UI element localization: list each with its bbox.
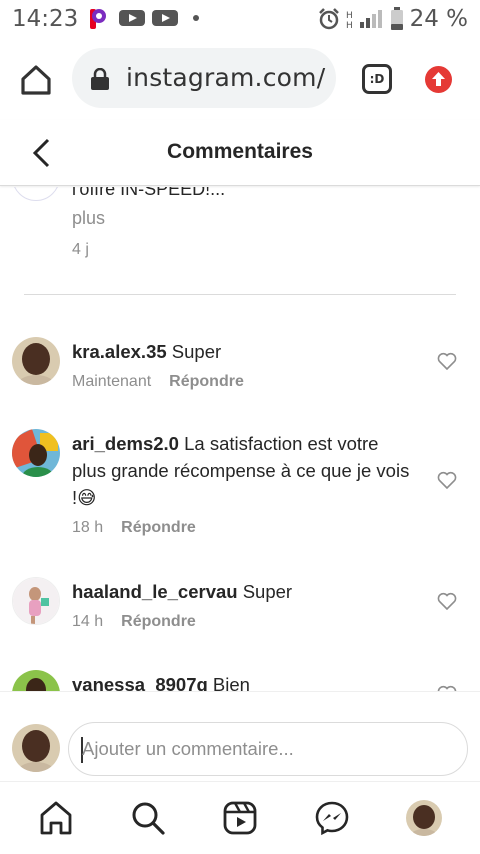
comment-text: Super	[171, 341, 222, 362]
alarm-icon	[318, 8, 339, 30]
home-icon[interactable]	[18, 62, 54, 98]
divider	[24, 294, 456, 295]
battery-icon	[390, 7, 403, 30]
heart-icon[interactable]	[437, 592, 457, 610]
comment-placeholder: Ajouter un commentaire...	[82, 738, 294, 759]
comment-username[interactable]: kra.alex.35	[72, 341, 167, 362]
lock-icon	[91, 68, 109, 90]
search-icon[interactable]	[130, 800, 166, 836]
status-right: H H 24 %	[318, 6, 468, 32]
youtube-icon	[152, 10, 178, 26]
dot-icon	[193, 15, 199, 21]
youtube-icon	[119, 10, 145, 26]
page-header: Commentaires	[0, 120, 480, 186]
comment-text: Super	[242, 581, 293, 602]
svg-text:H: H	[346, 11, 353, 21]
status-time: 14:23	[12, 6, 79, 32]
avatar[interactable]	[12, 337, 60, 385]
caption-more-link[interactable]: plus	[72, 208, 105, 229]
bottom-nav	[0, 781, 480, 854]
avatar	[12, 724, 60, 772]
caption-time: 4 j	[72, 241, 89, 258]
profile-avatar[interactable]	[406, 800, 442, 836]
address-bar[interactable]: instagram.com/	[72, 48, 336, 108]
reply-button[interactable]: Répondre	[121, 519, 196, 537]
heart-icon[interactable]	[437, 471, 457, 489]
add-comment-bar: Ajouter un commentaire...	[0, 691, 480, 781]
avatar[interactable]	[12, 429, 60, 477]
messenger-icon[interactable]	[314, 800, 350, 836]
browser-bar: instagram.com/ :D	[0, 38, 480, 120]
comment-input[interactable]: Ajouter un commentaire...	[68, 722, 468, 776]
svg-text:H: H	[346, 21, 353, 30]
comment-username[interactable]: haaland_le_cervau	[72, 581, 238, 602]
status-bar: 14:23 H H 24 %	[0, 0, 480, 38]
comment-username[interactable]: ari_dems2.0	[72, 433, 179, 454]
page-title: Commentaires	[167, 140, 313, 163]
caption-text: l'offre IN-SPEED!...	[72, 187, 226, 199]
avatar[interactable]	[12, 577, 60, 625]
comments-list[interactable]: l'offre IN-SPEED!... plus 4 j kra.alex.3…	[0, 187, 480, 691]
heart-icon[interactable]	[437, 352, 457, 370]
reply-button[interactable]: Répondre	[169, 373, 244, 391]
battery-level: 24 %	[409, 6, 468, 32]
comment-username[interactable]: vanessa_8907q	[72, 674, 208, 691]
upload-icon[interactable]	[425, 66, 452, 93]
signal-icon: H H	[346, 10, 382, 30]
comment-text: Bien	[212, 674, 250, 691]
home-icon[interactable]	[38, 800, 74, 836]
comment-time: Maintenant	[72, 373, 152, 390]
pinterest-icon	[90, 9, 106, 29]
url-text: instagram.com/	[126, 63, 326, 92]
reply-button[interactable]: Répondre	[121, 613, 196, 631]
reels-icon[interactable]	[222, 800, 258, 836]
tabs-icon[interactable]: :D	[362, 64, 392, 94]
comment-time: 18 h	[72, 519, 104, 536]
caption-avatar[interactable]	[12, 187, 60, 201]
avatar[interactable]	[12, 670, 60, 691]
comment-time: 14 h	[72, 613, 104, 630]
